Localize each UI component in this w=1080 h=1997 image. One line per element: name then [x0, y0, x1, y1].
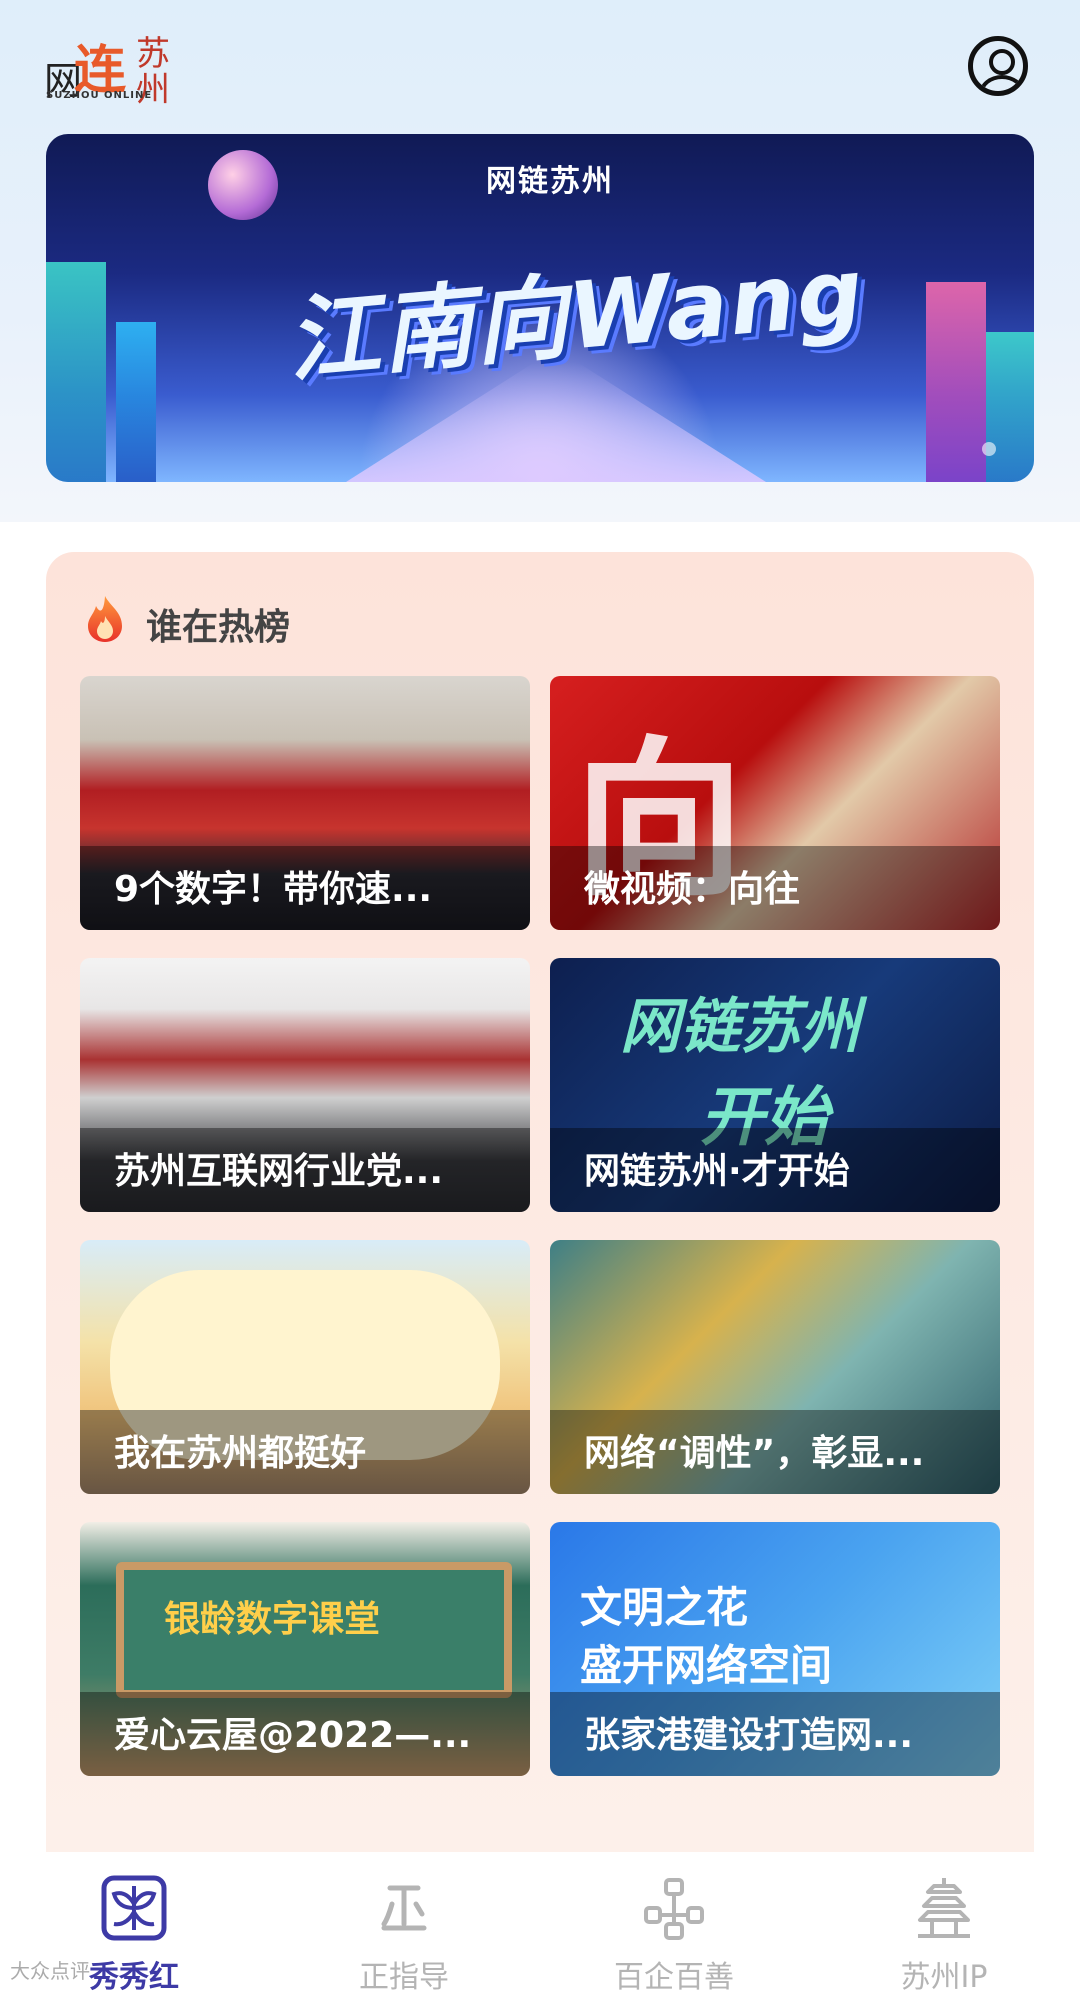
banner-title: 江南向Wang — [283, 237, 869, 395]
promo-banner[interactable]: 网链苏州 江南向Wang — [46, 134, 1034, 482]
tile-art-text: 银龄数字课堂 — [164, 1599, 381, 1640]
tile-art-text: 盛开网络空间 — [580, 1641, 833, 1690]
pagoda-icon — [918, 1878, 970, 1938]
nav-item-baiqibaishan[interactable]: 百企百善 — [564, 1852, 784, 1997]
hot-list-tile[interactable]: 银龄数字课堂 爱心云屋@2022—... — [80, 1522, 530, 1776]
planet-decoration — [208, 150, 278, 220]
tile-art-text: 文明之花 — [580, 1583, 749, 1632]
tile-caption: 爱心云屋@2022—... — [114, 1715, 472, 1756]
nav-label: 苏州IP — [900, 1960, 988, 1995]
nav-label: 百企百善 — [614, 1960, 734, 1995]
tile-caption: 网链苏州·才开始 — [584, 1151, 850, 1192]
guide-icon — [381, 1885, 427, 1931]
hot-list-tile[interactable]: 我在苏州都挺好 — [80, 1240, 530, 1494]
hot-list-card: 谁在热榜 9个数字！带你速... 向 微视频：向往 苏州互联网行业党... 网链… — [46, 552, 1034, 1852]
app-logo: 网 连 苏州 SUZHOU ONLINE — [44, 28, 194, 108]
tile-caption: 网络“调性”，彰显... — [584, 1433, 925, 1474]
banner-logo: 网链苏州 — [486, 164, 614, 199]
user-circle-icon[interactable] — [968, 36, 1028, 96]
hot-list-tile[interactable]: 9个数字！带你速... — [80, 676, 530, 930]
bottom-navigation: 秀秀红 正指导 百企百善 苏州IP — [0, 1852, 1080, 1997]
tile-art-text: 网链苏州 — [620, 992, 860, 1062]
tile-caption: 9个数字！带你速... — [114, 869, 433, 910]
hot-list-tile[interactable]: 网络“调性”，彰显... — [550, 1240, 1000, 1494]
nav-item-suzhou-ip[interactable]: 苏州IP — [834, 1852, 1054, 1997]
tile-caption: 张家港建设打造网... — [584, 1715, 914, 1756]
nav-label: 正指导 — [359, 1960, 449, 1995]
carousel-indicator[interactable] — [982, 442, 996, 456]
network-icon — [644, 1878, 704, 1940]
hot-list-title: 谁在热榜 — [146, 607, 291, 648]
tile-caption: 苏州互联网行业党... — [114, 1151, 444, 1192]
watermark: 大众点评 — [10, 1959, 90, 1983]
hot-list-tile[interactable]: 文明之花 盛开网络空间 张家港建设打造网... — [550, 1522, 1000, 1776]
hot-list-tile[interactable]: 苏州互联网行业党... — [80, 958, 530, 1212]
logo-subtitle: SUZHOU ONLINE — [46, 90, 153, 101]
fire-icon — [88, 596, 122, 642]
nav-item-zhengzhidao[interactable]: 正指导 — [294, 1852, 514, 1997]
butterfly-icon — [101, 1875, 167, 1941]
tile-caption: 我在苏州都挺好 — [114, 1433, 367, 1474]
hot-list-tile[interactable]: 向 微视频：向往 — [550, 676, 1000, 930]
tile-caption: 微视频：向往 — [584, 869, 801, 910]
hot-list-tile[interactable]: 网链苏州 开始 网链苏州·才开始 — [550, 958, 1000, 1212]
